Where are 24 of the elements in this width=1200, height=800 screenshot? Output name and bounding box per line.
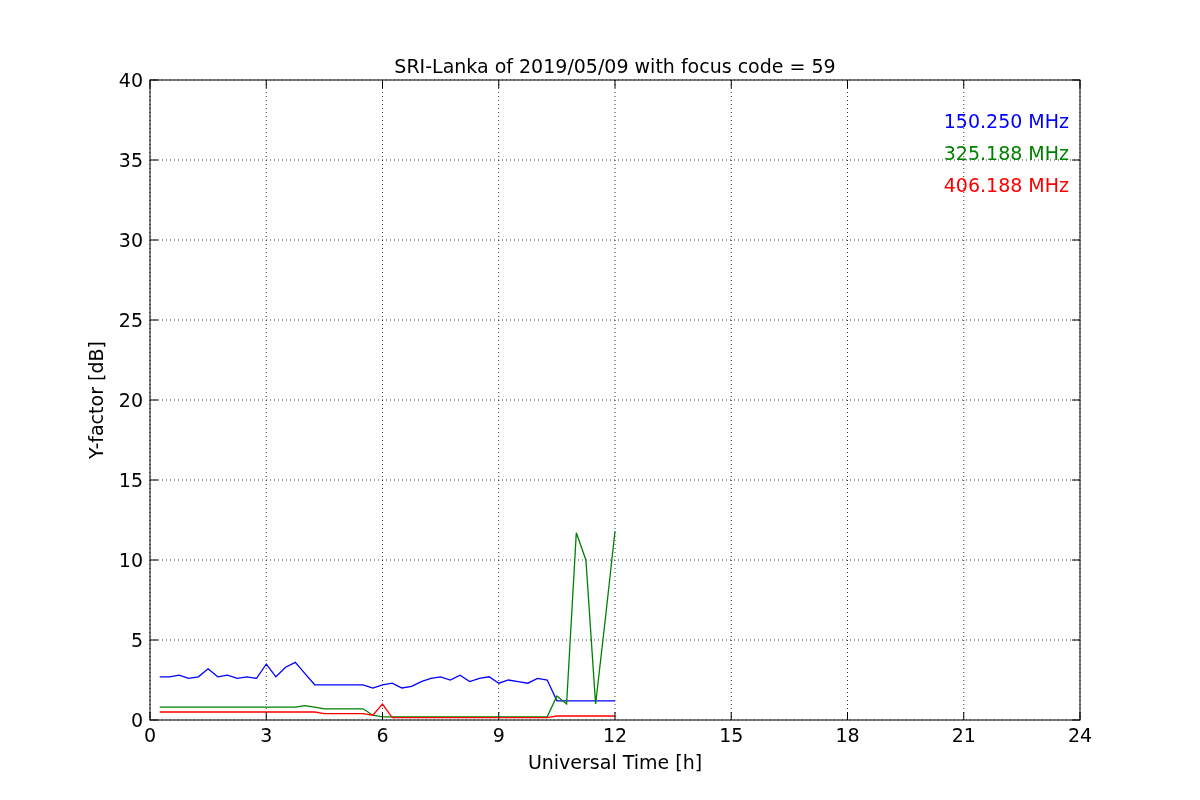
x-tick-label: 6	[376, 724, 389, 746]
y-tick-label: 10	[118, 549, 143, 571]
x-axis-label: Universal Time [h]	[527, 751, 703, 773]
y-tick-label: 5	[130, 629, 143, 651]
y-tick-label: 15	[118, 469, 143, 491]
y-tick-label: 35	[118, 149, 143, 171]
legend-label: 150.250 MHz	[943, 110, 1069, 132]
chart-title: SRI-Lanka of 2019/05/09 with focus code = 59	[394, 55, 836, 77]
x-tick-label: 0	[143, 724, 157, 746]
x-tick-label: 21	[951, 724, 976, 746]
y-tick-label: 20	[118, 389, 143, 411]
y-tick-label: 40	[118, 69, 143, 91]
x-tick-label: 9	[492, 724, 505, 746]
x-tick-label: 15	[719, 724, 744, 746]
y-tick-label: 25	[118, 309, 143, 331]
x-tick-label: 24	[1067, 724, 1093, 746]
y-axis-label: Y-factor [dB]	[85, 341, 107, 459]
x-tick-label: 12	[602, 724, 628, 746]
x-tick-label: 3	[260, 724, 273, 746]
legend-label: 325.188 MHz	[943, 142, 1069, 164]
y-tick-label: 30	[118, 229, 143, 251]
legend-label: 406.188 MHz	[943, 174, 1069, 196]
y-tick-label: 0	[130, 709, 143, 731]
x-tick-label: 18	[835, 724, 860, 746]
